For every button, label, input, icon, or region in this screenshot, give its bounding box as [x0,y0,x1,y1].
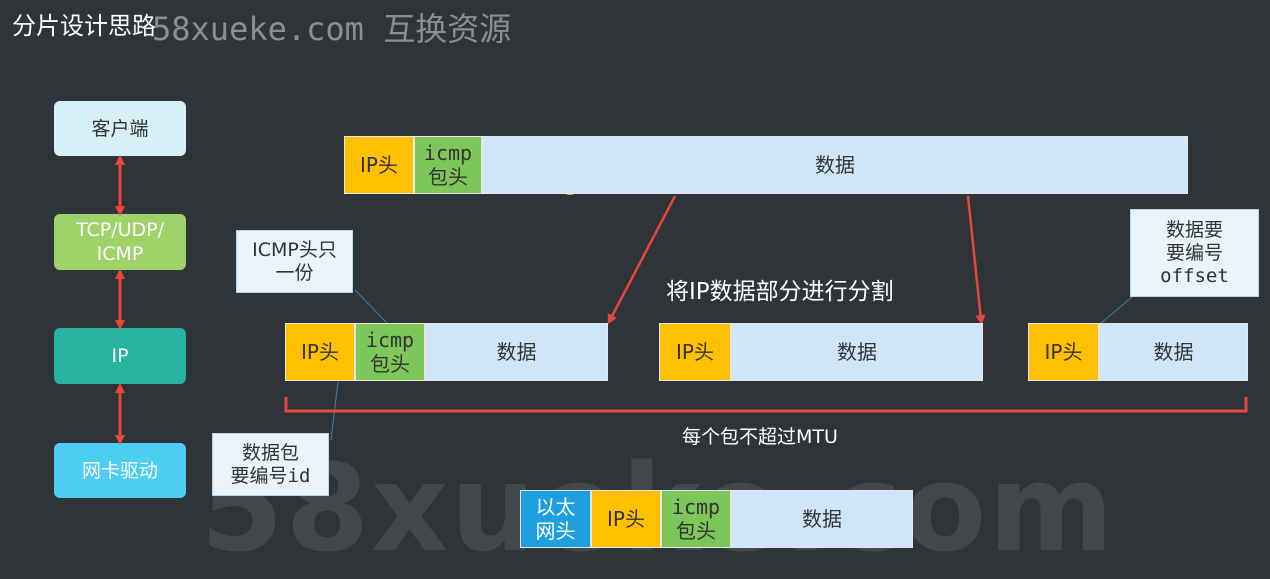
fragment2-data-label: 数据 [837,340,877,364]
fragment3-data-label: 数据 [1153,340,1194,364]
fragment3-ip-head: IP头 [1028,323,1099,381]
arrow-split-right [966,195,986,325]
note-offset-line-1: 数据要 [1165,218,1223,241]
fragment3-data: 数据 [1099,323,1248,381]
frame-ip-head: IP头 [591,490,661,548]
frame-icmp-head: icmp 包头 [661,490,731,548]
leader-icmp-once [354,289,389,325]
packet-icmp-label-1: icmp [423,141,473,165]
frame-data: 数据 [731,490,913,548]
note-packet-id: 数据包 要编号id [212,433,329,496]
fragment1-icmp-label-1: icmp [365,328,415,352]
fragment1-icmp-label-2: 包头 [369,352,410,376]
packet-icmp-head: icmp 包头 [414,136,482,194]
packet-data: 数据 [482,136,1188,194]
frame-ip-head-label: IP头 [607,507,645,531]
note-icmp-once-line-2: 一份 [275,261,314,284]
leader-offset [1099,296,1133,325]
packet-data-label: 数据 [815,153,855,177]
split-label: 将IP数据部分进行分割 [666,279,894,305]
fragment2-ip-head-label: IP头 [676,340,714,364]
fragment2-ip-head: IP头 [659,323,731,381]
fragment2-data: 数据 [731,323,983,381]
fragment1-data-label: 数据 [496,340,537,364]
frame-icmp-label-2: 包头 [675,519,716,543]
packet-icmp-label-2: 包头 [427,165,468,189]
fragment1-icmp-head: icmp 包头 [355,323,425,381]
note-icmp-once: ICMP头只 一份 [236,230,353,293]
mtu-label: 每个包不超过MTU [682,426,838,448]
note-packet-id-line-1: 数据包 [241,441,299,464]
frame-icmp-label-1: icmp [671,495,721,519]
packet-ip-head-label: IP头 [360,153,398,177]
note-offset: 数据要 要编号 offset [1130,209,1259,297]
frame-ethernet-head: 以太 网头 [520,490,591,548]
note-offset-line-3: offset [1160,264,1229,287]
packet-ip-head: IP头 [344,136,414,194]
fragment1-ip-head-label: IP头 [301,340,339,364]
fragment1-data: 数据 [425,323,608,381]
note-icmp-once-line-1: ICMP头只 [252,238,337,261]
mtu-bracket [284,397,1248,413]
fragment1-ip-head: IP头 [285,323,355,381]
note-packet-id-line-2: 要编号id [230,464,311,487]
frame-ethernet-label-2: 网头 [535,519,576,543]
note-offset-line-2: 要编号 [1165,241,1223,264]
diagram-lines [115,155,1248,445]
frame-data-label: 数据 [802,507,842,531]
fragment3-ip-head-label: IP头 [1044,340,1083,364]
frame-ethernet-label-1: 以太 [535,495,576,519]
